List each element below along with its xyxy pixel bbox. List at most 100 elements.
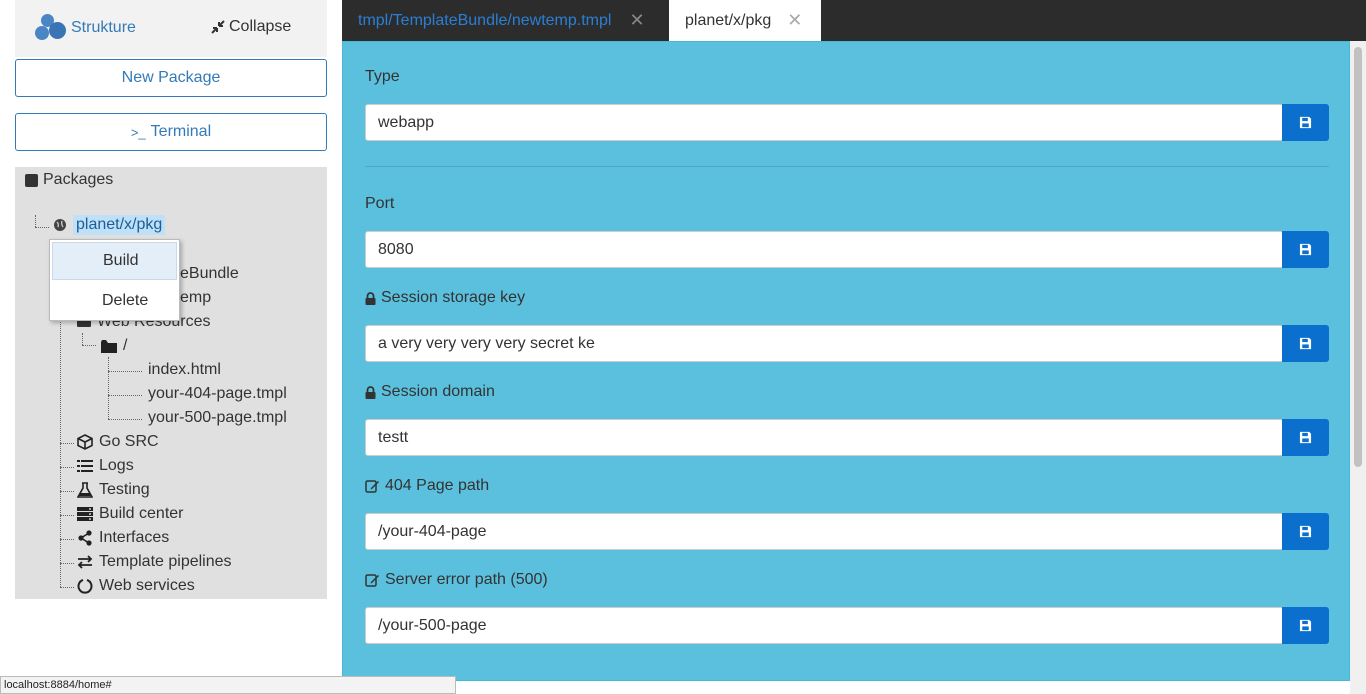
brand-bar: Strukture Collapse [15, 0, 327, 57]
section-divider [365, 166, 1329, 167]
tab-newtemp[interactable]: tmpl/TemplateBundle/newtemp.tmpl ✕ [358, 0, 645, 41]
tree-item-interfaces[interactable]: Interfaces [77, 529, 169, 547]
tree-item-newtemp[interactable]: emp [180, 289, 211, 307]
tree-item-file[interactable]: your-500-page.tmpl [148, 409, 287, 427]
type-input[interactable]: webapp [365, 104, 1283, 141]
terminal-icon: >_ [130, 124, 146, 140]
tree-item-template-pipelines[interactable]: Template pipelines [77, 553, 232, 571]
tab-newtemp-label: tmpl/TemplateBundle/newtemp.tmpl [358, 11, 612, 29]
strukture-logo-icon [33, 12, 69, 44]
save-icon [1299, 525, 1312, 538]
brand-name: Strukture [71, 19, 136, 36]
terminal-button[interactable]: >_ Terminal [15, 113, 327, 151]
tree-item-root-folder[interactable]: / [101, 337, 127, 355]
testing-label: Testing [99, 481, 150, 498]
selected-package-label: planet/x/pkg [73, 215, 166, 235]
save-page404-button[interactable] [1282, 513, 1329, 550]
tree-item-web-services[interactable]: Web services [77, 577, 195, 595]
tree-item-file[interactable]: index.html [148, 361, 221, 379]
flask-icon [77, 482, 93, 498]
tab-planet-x-pkg[interactable]: planet/x/pkg ✕ [669, 0, 821, 41]
folder-icon [101, 339, 117, 353]
session-key-input[interactable]: a very very very very secret ke [365, 325, 1283, 362]
sidebar: Strukture Collapse New Package >_ Termin… [0, 0, 342, 694]
tree-item-newtemp-label: emp [180, 289, 212, 306]
context-build-item[interactable]: Build [52, 242, 177, 280]
save-session-domain-button[interactable] [1282, 419, 1329, 456]
package-settings-panel: Type webapp Port 8080 Session storage ke… [342, 41, 1350, 681]
share-icon [78, 530, 92, 546]
tree-item-template-bundle-label: eBundle [180, 265, 239, 282]
status-url: localhost:8884/home# [0, 676, 456, 694]
tree-item-file[interactable]: your-404-page.tmpl [148, 385, 287, 403]
terminal-label: Terminal [150, 123, 212, 140]
save-icon [1299, 243, 1312, 256]
cube-icon [77, 434, 93, 450]
package-tree: Packages planet/x/pkg eBundle emp Web Re… [15, 167, 327, 599]
scrollbar-thumb[interactable] [1354, 47, 1362, 467]
session-key-label: Session storage key [365, 289, 525, 307]
template-pipelines-label: Template pipelines [99, 553, 232, 570]
collapse-label: Collapse [229, 18, 292, 35]
file-label: your-404-page.tmpl [148, 385, 287, 402]
globe-icon [54, 219, 66, 231]
port-input[interactable]: 8080 [365, 231, 1283, 268]
close-icon[interactable]: ✕ [787, 10, 802, 31]
save-session-key-button[interactable] [1282, 325, 1329, 362]
save-icon [1299, 619, 1312, 632]
save-icon [1299, 431, 1312, 444]
tree-item-build-center[interactable]: Build center [77, 505, 184, 523]
tree-header: Packages [25, 171, 113, 189]
list-icon [77, 460, 93, 472]
logs-label: Logs [99, 457, 134, 474]
session-domain-input[interactable]: testt [365, 419, 1283, 456]
save-type-button[interactable] [1282, 104, 1329, 141]
main-area: tmpl/TemplateBundle/newtemp.tmpl ✕ plane… [342, 0, 1366, 694]
edit-icon [365, 480, 379, 493]
vertical-scrollbar[interactable] [1350, 41, 1366, 694]
interfaces-label: Interfaces [99, 529, 170, 546]
session-key-label-text: Session storage key [381, 289, 526, 306]
tree-item-logs[interactable]: Logs [77, 457, 134, 475]
error500-label-text: Server error path (500) [385, 571, 548, 588]
edit-icon [365, 574, 379, 587]
context-delete-item[interactable]: Delete [52, 282, 177, 320]
port-label: Port [365, 195, 394, 213]
port-label-text: Port [365, 195, 395, 212]
tree-item-go-src[interactable]: Go SRC [77, 433, 159, 451]
save-port-button[interactable] [1282, 231, 1329, 268]
go-src-label: Go SRC [99, 433, 159, 450]
page404-input[interactable]: /your-404-page [365, 513, 1283, 550]
type-label: Type [365, 68, 400, 86]
session-domain-label-text: Session domain [381, 383, 495, 400]
error500-input[interactable]: /your-500-page [365, 607, 1283, 644]
lock-icon [365, 291, 376, 305]
circle-notch-icon [77, 579, 93, 594]
save-icon [1299, 116, 1312, 129]
lock-icon [365, 385, 376, 399]
brand-link[interactable]: Strukture [33, 12, 136, 44]
tree-item-planet-x-pkg[interactable]: planet/x/pkg [53, 215, 166, 235]
web-services-label: Web services [99, 577, 195, 594]
tree-item-template-bundle[interactable]: eBundle [180, 265, 239, 283]
tree-item-testing[interactable]: Testing [77, 481, 150, 499]
file-label: index.html [148, 361, 221, 378]
collapse-button[interactable]: Collapse [211, 18, 291, 36]
error500-label: Server error path (500) [365, 571, 548, 589]
collapse-icon [211, 20, 225, 34]
type-label-text: Type [365, 68, 400, 85]
context-menu: Build Delete [49, 239, 180, 321]
server-icon [77, 507, 93, 521]
save-icon [1299, 337, 1312, 350]
root-folder-label: / [123, 337, 128, 354]
page404-label-text: 404 Page path [385, 477, 490, 494]
tree-title: Packages [43, 171, 114, 188]
packages-icon [25, 173, 38, 187]
file-label: your-500-page.tmpl [148, 409, 287, 426]
save-error500-button[interactable] [1282, 607, 1329, 644]
session-domain-label: Session domain [365, 383, 495, 401]
new-package-button[interactable]: New Package [15, 59, 327, 97]
tab-bar: tmpl/TemplateBundle/newtemp.tmpl ✕ plane… [342, 0, 1366, 41]
close-icon[interactable]: ✕ [629, 10, 644, 31]
page404-label: 404 Page path [365, 477, 489, 495]
